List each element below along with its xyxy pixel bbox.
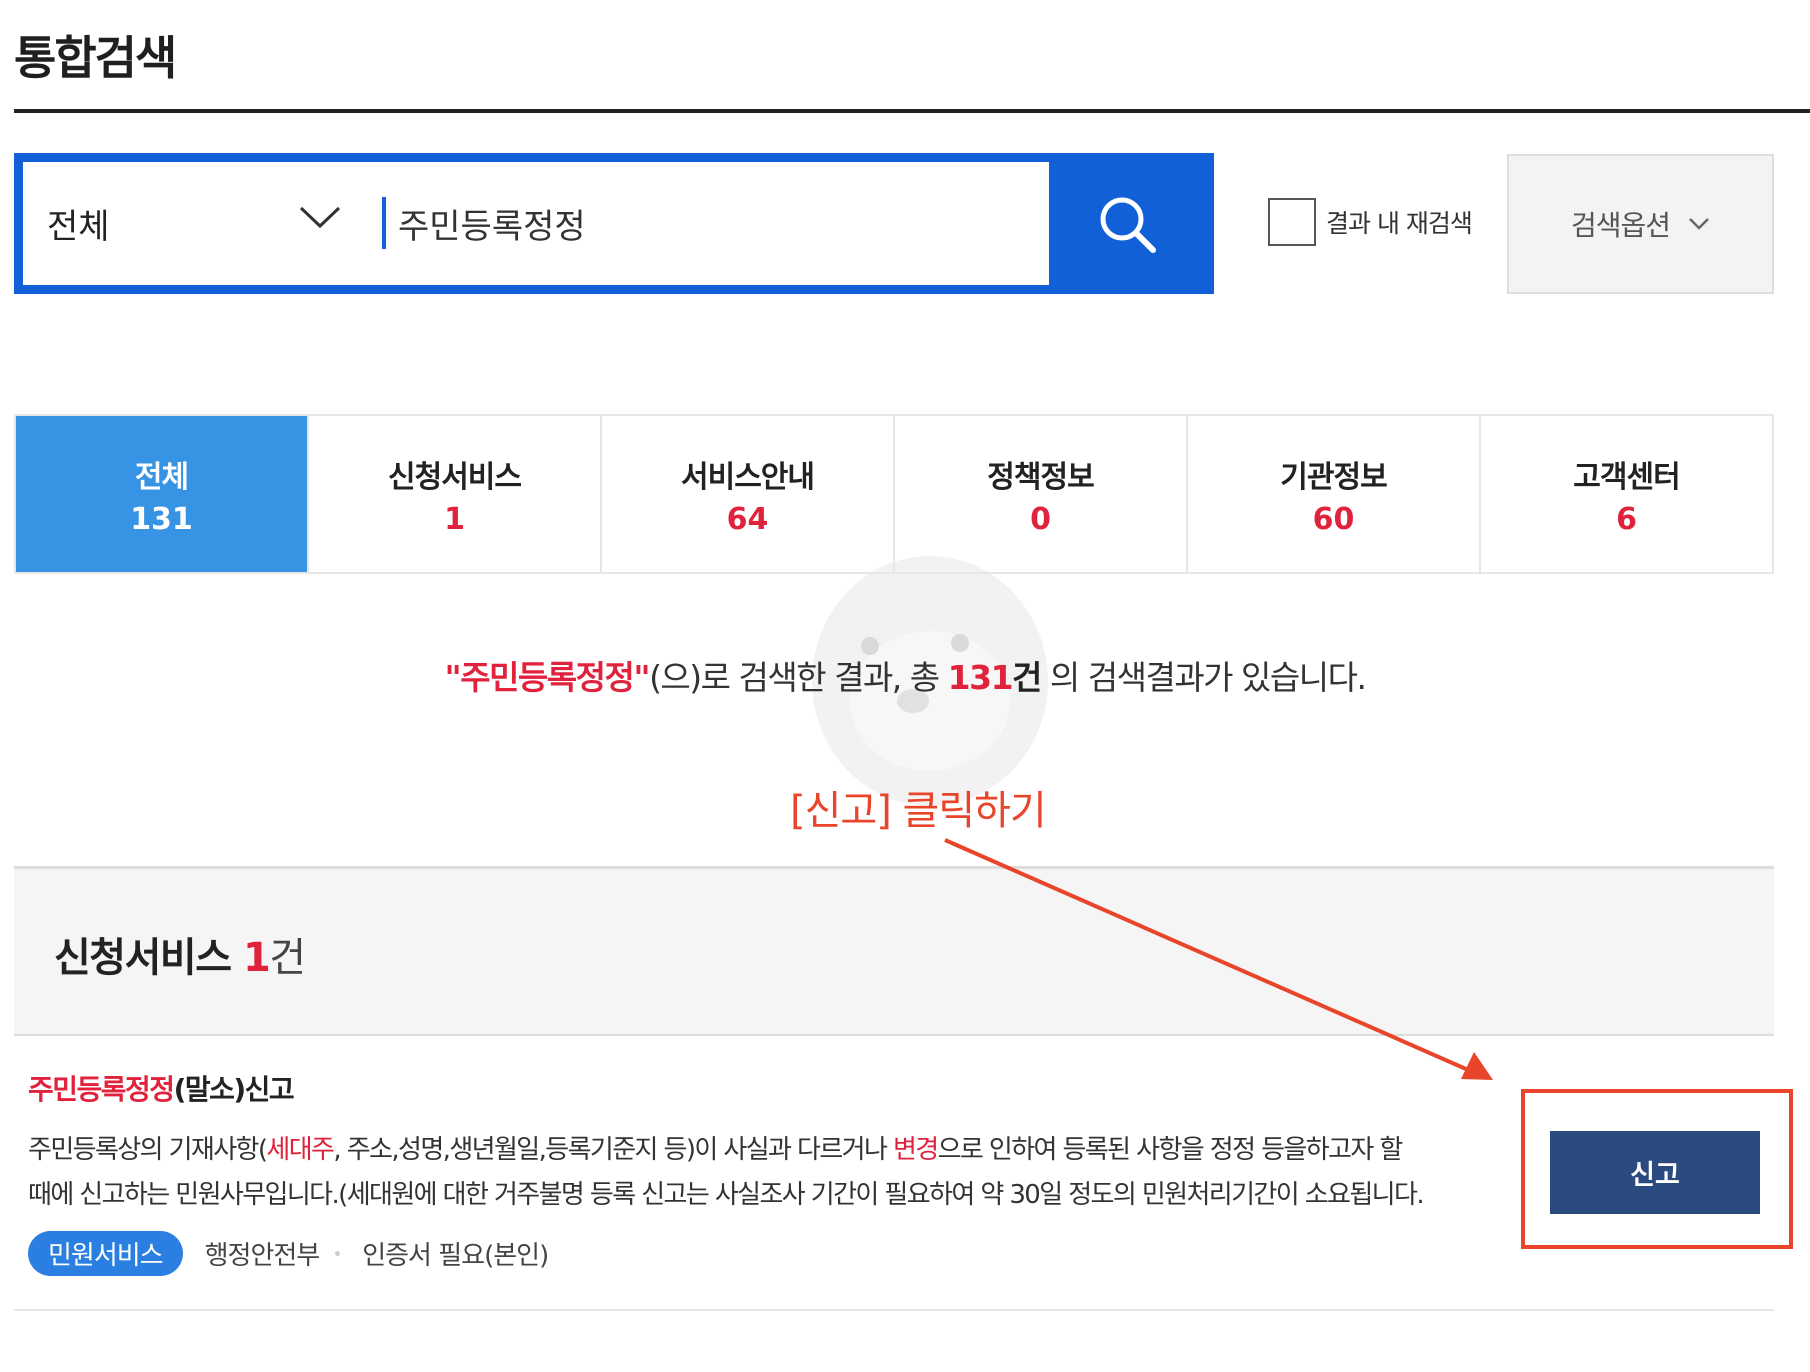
category-select-value: 전체 xyxy=(47,207,110,247)
tab-all[interactable]: 전체 131 xyxy=(16,416,309,572)
title-divider xyxy=(14,109,1810,113)
meta-separator xyxy=(335,1251,341,1256)
annotation-highlight-box xyxy=(1521,1089,1793,1249)
search-bar: 전체 xyxy=(14,153,1214,294)
result-title-highlight: 주민등록정정 xyxy=(28,1073,175,1106)
category-badge: 민원서비스 xyxy=(28,1231,183,1276)
tab-application-service[interactable]: 신청서비스 1 xyxy=(309,416,602,572)
section-header: 신청서비스 1건 xyxy=(14,866,1774,1036)
desc-line-2: 때에 신고하는 민원사무입니다.(세대원에 대한 거주불명 등록 신고는 사실조… xyxy=(28,1180,1425,1210)
tab-agency-info[interactable]: 기관정보 60 xyxy=(1188,416,1481,572)
tab-service-guide[interactable]: 서비스안내 64 xyxy=(602,416,895,572)
desc-part: 으로 인하여 등록된 사항을 정정 등을하고자 할 xyxy=(937,1135,1404,1165)
chevron-down-icon xyxy=(1689,218,1709,230)
tab-label: 전체 xyxy=(134,459,189,495)
recheck-toggle[interactable]: 결과 내 재검색 xyxy=(1268,198,1473,246)
section-unit: 건 xyxy=(269,935,306,981)
desc-highlight: 변경 xyxy=(892,1135,939,1165)
search-options-label: 검색옵션 xyxy=(1570,209,1671,242)
search-options-button[interactable]: 검색옵션 xyxy=(1507,154,1774,294)
section-title: 신청서비스 1건 xyxy=(54,925,306,983)
tab-label: 신청서비스 xyxy=(388,459,522,495)
annotation-label: [신고] 클릭하기 xyxy=(790,788,1047,834)
tab-count: 0 xyxy=(1030,501,1051,537)
summary-tail: 의 검색결과가 있습니다. xyxy=(1040,658,1367,697)
desc-highlight: 세대주 xyxy=(266,1135,335,1165)
tab-customer-center[interactable]: 고객센터 6 xyxy=(1481,416,1772,572)
agency-name: 행정안전부 xyxy=(204,1241,321,1271)
result-meta: 민원서비스 행정안전부 인증서 필요(본인) xyxy=(28,1231,549,1276)
input-caret-divider xyxy=(382,197,386,249)
tab-label: 고객센터 xyxy=(1573,459,1680,495)
tab-count: 131 xyxy=(130,501,193,537)
search-button[interactable] xyxy=(1049,162,1205,285)
summary-keyword: "주민등록정정" xyxy=(444,658,651,697)
tab-count: 1 xyxy=(444,501,465,537)
tab-count: 60 xyxy=(1312,501,1355,537)
summary-unit: 건 xyxy=(1012,658,1042,697)
bottom-divider xyxy=(14,1309,1774,1311)
tab-count: 6 xyxy=(1616,501,1637,537)
recheck-checkbox[interactable] xyxy=(1268,198,1316,246)
tab-policy-info[interactable]: 정책정보 0 xyxy=(895,416,1188,572)
result-tabs: 전체 131 신청서비스 1 서비스안내 64 정책정보 0 기관정보 60 고… xyxy=(14,414,1774,574)
chevron-down-icon xyxy=(299,206,341,229)
search-summary: "주민등록정정"(으)로 검색한 결과, 총 131건 의 검색결과가 있습니다… xyxy=(0,651,1810,699)
recheck-label: 결과 내 재검색 xyxy=(1326,209,1473,238)
tab-label: 기관정보 xyxy=(1280,459,1387,495)
tab-label: 서비스안내 xyxy=(681,459,815,495)
desc-part: 주민등록상의 기재사항( xyxy=(28,1135,268,1165)
tab-label: 정책정보 xyxy=(987,459,1094,495)
category-select[interactable]: 전체 xyxy=(47,162,377,285)
page-title: 통합검색 xyxy=(14,31,177,85)
search-icon xyxy=(1100,197,1156,253)
tab-count: 64 xyxy=(726,501,769,537)
section-title-text: 신청서비스 xyxy=(54,935,232,981)
search-input[interactable] xyxy=(398,180,1058,266)
desc-part: , 주소,성명,생년월일,등록기준지 등)이 사실과 다르거나 xyxy=(333,1135,893,1165)
section-count: 1 xyxy=(242,935,271,981)
result-title-link[interactable]: 주민등록정정(말소)신고 xyxy=(28,1068,295,1108)
result-description: 주민등록상의 기재사항(세대주, 주소,성명,생년월일,등록기준지 등)이 사실… xyxy=(28,1128,1498,1218)
result-title-rest: (말소)신고 xyxy=(173,1073,295,1106)
certificate-requirement: 인증서 필요(본인) xyxy=(362,1241,549,1271)
summary-middle: (으)로 검색한 결과, 총 xyxy=(649,658,948,697)
summary-count: 131 xyxy=(947,658,1014,697)
